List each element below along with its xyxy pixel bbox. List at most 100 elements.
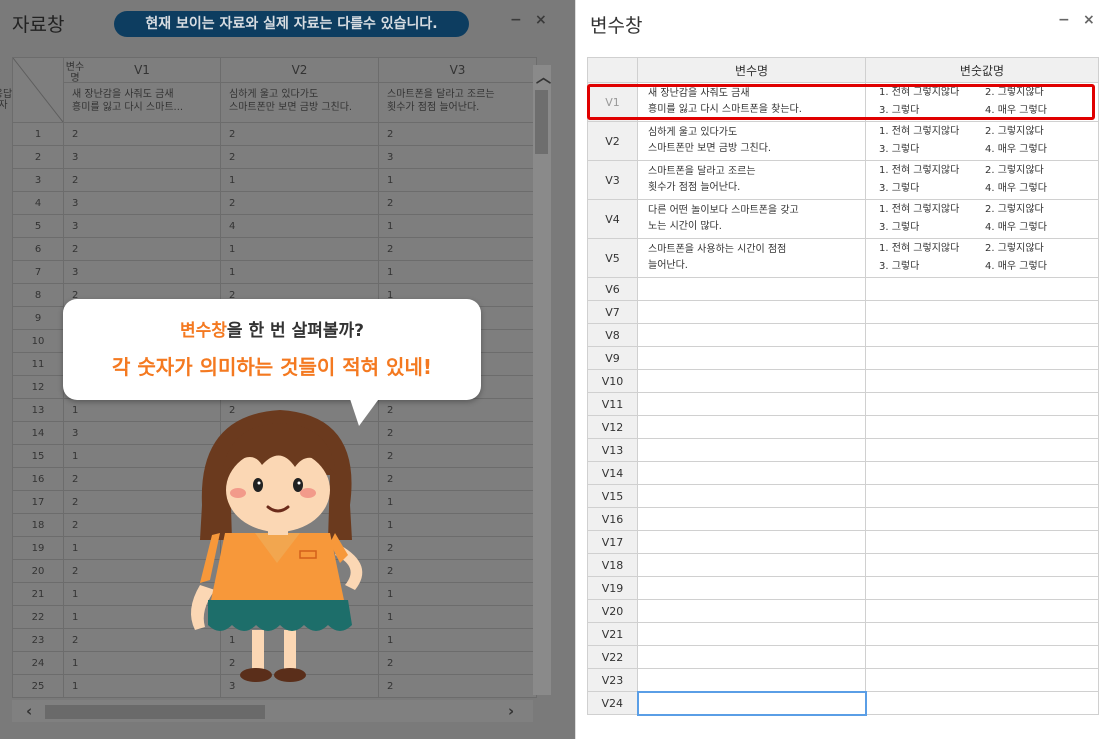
vertical-scroll-thumb[interactable] <box>535 90 548 154</box>
cell-v3[interactable]: 1 <box>378 260 537 284</box>
cell-v3[interactable]: 2 <box>378 536 537 560</box>
variable-values[interactable] <box>865 277 1099 301</box>
variable-label[interactable]: 다른 어떤 놀이보다 스마트폰을 갖고 노는 시간이 많다. <box>637 199 866 239</box>
variable-label[interactable]: 스마트폰을 사용하는 시간이 점점 늘어난다. <box>637 238 866 278</box>
row-number[interactable]: 10 <box>12 329 64 353</box>
variable-values[interactable] <box>865 599 1099 623</box>
row-number[interactable]: 25 <box>12 674 64 698</box>
variable-label[interactable] <box>637 392 866 416</box>
cell-v3[interactable]: 2 <box>378 467 537 491</box>
scroll-left-icon[interactable]: ‹ <box>26 702 32 720</box>
variable-id[interactable]: V24 <box>587 691 638 715</box>
variable-label[interactable] <box>637 668 866 692</box>
variable-id[interactable]: V20 <box>587 599 638 623</box>
variable-label[interactable] <box>637 622 866 646</box>
cell-v3[interactable]: 2 <box>378 421 537 445</box>
horizontal-scroll-thumb[interactable] <box>45 705 265 719</box>
variable-values[interactable] <box>865 484 1099 508</box>
column-header-label[interactable]: 변수명 <box>637 57 866 83</box>
scroll-up-icon[interactable]: ︿ <box>536 66 551 87</box>
cell-v3[interactable]: 1 <box>378 168 537 192</box>
column-header-values[interactable]: 변숫값명 <box>865 57 1099 83</box>
row-number[interactable]: 23 <box>12 628 64 652</box>
variable-label[interactable] <box>637 461 866 485</box>
variable-label[interactable] <box>637 277 866 301</box>
variable-id[interactable]: V8 <box>587 323 638 347</box>
variable-label[interactable] <box>636 690 867 716</box>
cell-v1[interactable]: 3 <box>63 191 221 215</box>
vertical-scrollbar[interactable] <box>533 65 551 695</box>
cell-v2[interactable]: 1 <box>220 260 379 284</box>
row-number[interactable]: 7 <box>12 260 64 284</box>
cell-v3[interactable]: 2 <box>378 559 537 583</box>
variable-label[interactable] <box>637 300 866 324</box>
row-number[interactable]: 21 <box>12 582 64 606</box>
variable-values[interactable] <box>865 622 1099 646</box>
variable-label[interactable] <box>637 438 866 462</box>
cell-v3[interactable]: 2 <box>378 191 537 215</box>
variable-label[interactable] <box>637 415 866 439</box>
variable-values[interactable] <box>865 392 1099 416</box>
variable-values[interactable] <box>865 461 1099 485</box>
minimize-button[interactable]: − <box>510 12 522 28</box>
variable-id[interactable]: V15 <box>587 484 638 508</box>
cell-v3[interactable]: 1 <box>378 628 537 652</box>
variable-label[interactable] <box>637 323 866 347</box>
variable-values[interactable]: 1. 전혀 그렇지않다 2. 그렇지않다 3. 그렇다 4. 매우 그렇다 <box>865 199 1099 239</box>
cell-v1[interactable]: 3 <box>63 145 221 169</box>
cell-v3[interactable]: 3 <box>378 145 537 169</box>
row-number[interactable]: 13 <box>12 398 64 422</box>
variable-values[interactable] <box>865 576 1099 600</box>
variable-label[interactable] <box>637 530 866 554</box>
row-number[interactable]: 18 <box>12 513 64 537</box>
cell-v1[interactable]: 3 <box>63 214 221 238</box>
variable-id[interactable]: V14 <box>587 461 638 485</box>
row-number[interactable]: 22 <box>12 605 64 629</box>
column-header-v1[interactable]: V1 <box>63 56 221 84</box>
variable-values[interactable]: 1. 전혀 그렇지않다 2. 그렇지않다 3. 그렇다 4. 매우 그렇다 <box>865 121 1099 161</box>
variable-values[interactable] <box>865 691 1099 715</box>
variable-id[interactable]: V19 <box>587 576 638 600</box>
scroll-right-icon[interactable]: › <box>508 702 514 720</box>
row-number[interactable]: 6 <box>12 237 64 261</box>
cell-v2[interactable]: 1 <box>220 237 379 261</box>
variable-label[interactable] <box>637 484 866 508</box>
variable-id[interactable]: V18 <box>587 553 638 577</box>
cell-v2[interactable]: 1 <box>220 168 379 192</box>
variable-id[interactable]: V21 <box>587 622 638 646</box>
variable-id[interactable]: V10 <box>587 369 638 393</box>
variable-values[interactable] <box>865 530 1099 554</box>
variable-label[interactable] <box>637 507 866 531</box>
cell-v3[interactable]: 1 <box>378 582 537 606</box>
cell-v1[interactable]: 3 <box>63 260 221 284</box>
column-header-v3[interactable]: V3 <box>378 56 537 84</box>
row-number[interactable]: 14 <box>12 421 64 445</box>
variable-values[interactable] <box>865 645 1099 669</box>
variable-values[interactable] <box>865 507 1099 531</box>
cell-v3[interactable]: 2 <box>378 237 537 261</box>
cell-v3[interactable]: 2 <box>378 674 537 698</box>
row-number[interactable]: 2 <box>12 145 64 169</box>
close-button[interactable]: × <box>535 12 547 28</box>
variable-id[interactable]: V16 <box>587 507 638 531</box>
variable-values[interactable] <box>865 438 1099 462</box>
variable-values[interactable] <box>865 300 1099 324</box>
variable-label[interactable] <box>637 576 866 600</box>
cell-v2[interactable]: 2 <box>220 122 379 146</box>
variable-id[interactable]: V5 <box>587 238 638 278</box>
variable-id[interactable]: V22 <box>587 645 638 669</box>
cell-v3[interactable]: 2 <box>378 398 537 422</box>
row-number[interactable]: 15 <box>12 444 64 468</box>
row-number[interactable]: 3 <box>12 168 64 192</box>
cell-v3[interactable]: 1 <box>378 605 537 629</box>
variable-id[interactable]: V6 <box>587 277 638 301</box>
cell-v3[interactable]: 1 <box>378 513 537 537</box>
variable-label[interactable] <box>637 645 866 669</box>
variable-label[interactable] <box>637 369 866 393</box>
variable-values[interactable]: 1. 전혀 그렇지않다 2. 그렇지않다 3. 그렇다 4. 매우 그렇다 <box>865 238 1099 278</box>
variable-id[interactable]: V9 <box>587 346 638 370</box>
variable-label[interactable] <box>637 346 866 370</box>
variable-id[interactable]: V17 <box>587 530 638 554</box>
row-number[interactable]: 1 <box>12 122 64 146</box>
cell-v1[interactable]: 2 <box>63 122 221 146</box>
